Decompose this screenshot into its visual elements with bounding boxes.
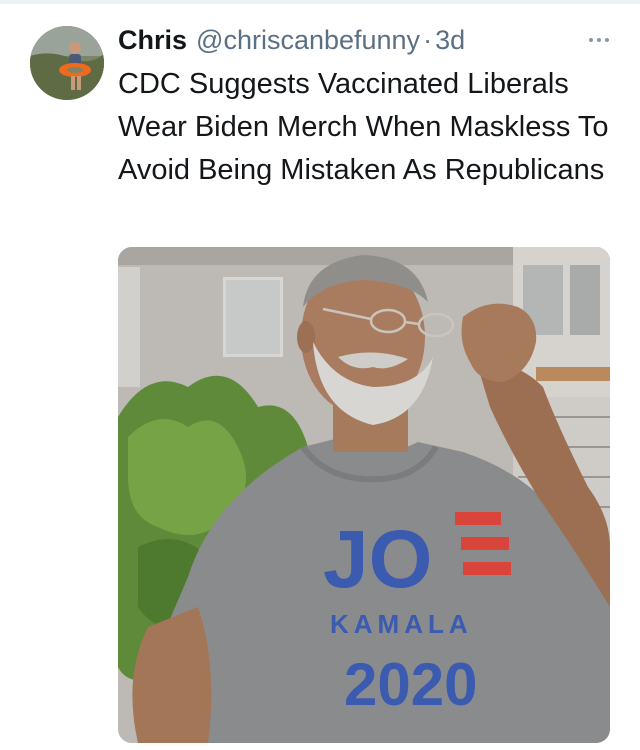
shirt-text-year: 2020 bbox=[344, 651, 477, 718]
shirt-text-kamala: KAMALA bbox=[330, 609, 473, 639]
separator-dot: · bbox=[423, 24, 433, 55]
tweet[interactable]: Chris @chriscanbefunny · 3d CDC Suggests… bbox=[0, 0, 640, 750]
author-name[interactable]: Chris bbox=[118, 25, 187, 56]
tweet-text: CDC Suggests Vaccinated Liberals Wear Bi… bbox=[118, 68, 609, 186]
photo-illustration: JO KAMALA 2020 bbox=[118, 247, 610, 743]
shirt-text-jo: JO bbox=[323, 514, 432, 605]
avatar-image bbox=[30, 26, 104, 100]
author-handle[interactable]: @chriscanbefunny bbox=[196, 25, 420, 56]
avatar[interactable] bbox=[30, 26, 104, 100]
more-horizontal-icon[interactable] bbox=[583, 30, 615, 50]
timestamp[interactable]: 3d bbox=[435, 25, 465, 56]
tweet-media-photo[interactable]: JO KAMALA 2020 bbox=[118, 247, 610, 743]
tweet-header: Chris @chriscanbefunny · 3d bbox=[118, 22, 465, 58]
